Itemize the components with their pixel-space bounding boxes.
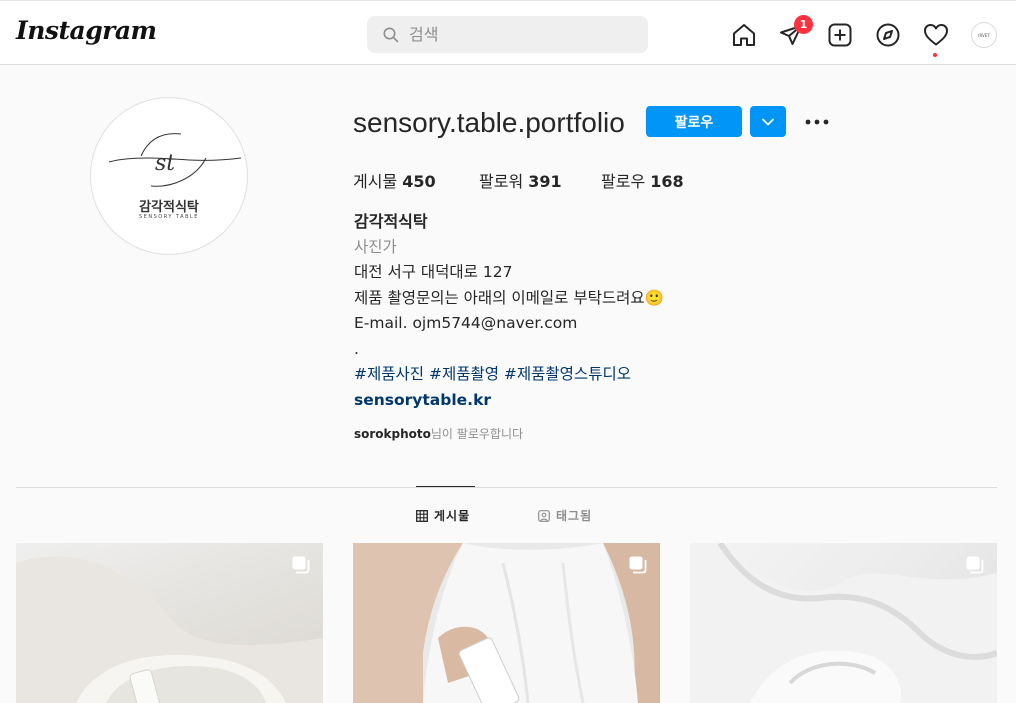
stat-posts: 게시물 450	[353, 168, 436, 192]
bio-display-name: 감각적식탁	[354, 212, 428, 231]
more-options-button[interactable]	[803, 108, 831, 136]
bio-category: 사진가	[354, 237, 397, 256]
post-thumbnail[interactable]	[353, 543, 660, 703]
stat-following[interactable]: 팔로우 168	[601, 168, 684, 192]
profile-bio: 감각적식탁 사진가 대전 서구 대덕대로 127 제품 촬영문의는 아래의 이메…	[354, 209, 664, 413]
bio-hashtags[interactable]: #제품사진 #제품촬영 #제품촬영스튜디오	[354, 362, 664, 388]
post-thumbnail[interactable]	[690, 543, 997, 703]
followed-by-suffix: 님이 팔로우합니다	[430, 427, 524, 441]
bio-email: E-mail. ojm5744@naver.com	[354, 314, 578, 332]
follow-button[interactable]: 팔로우	[646, 106, 742, 137]
post-image	[690, 543, 997, 703]
post-image	[353, 543, 660, 703]
search-icon	[383, 27, 399, 42]
post-thumbnail[interactable]	[16, 543, 323, 703]
direct-badge: 1	[794, 15, 813, 34]
stat-followers[interactable]: 팔로워 391	[479, 168, 562, 192]
suggested-dropdown-button[interactable]	[750, 106, 786, 137]
instagram-logo[interactable]: Instagram	[16, 16, 157, 45]
profile-username: sensory.table.portfolio	[353, 107, 625, 138]
multiple-photos-icon	[966, 556, 984, 574]
stat-value: 168	[650, 172, 684, 191]
stat-label: 게시물	[353, 172, 398, 191]
avatar-title: 감각적식탁	[139, 200, 199, 215]
top-navigation-bar: Instagram 1	[0, 0, 1016, 65]
home-icon[interactable]	[730, 21, 758, 49]
tab-label: 게시물	[434, 509, 471, 523]
bio-inquiry: 제품 촬영문의는 아래의 이메일로 부탁드려요🙂	[354, 288, 664, 307]
search-box[interactable]	[367, 16, 648, 53]
avatar-subtitle: SENSORY TABLE	[139, 214, 199, 220]
new-post-icon[interactable]	[826, 21, 854, 49]
stat-label: 팔로워	[479, 172, 524, 191]
multiple-photos-icon	[292, 556, 310, 574]
multiple-photos-icon	[629, 556, 647, 574]
tab-posts[interactable]: 게시물	[416, 507, 470, 524]
tab-divider	[16, 487, 997, 488]
grid-icon	[416, 509, 428, 522]
bio-address: 대전 서구 대덕대로 127	[354, 263, 513, 281]
chevron-down-icon	[762, 118, 774, 125]
tagged-user-icon	[538, 509, 550, 522]
active-tab-indicator	[416, 486, 475, 487]
stat-label: 팔로우	[601, 172, 646, 191]
search-input[interactable]	[409, 25, 629, 44]
post-image	[16, 556, 323, 703]
stat-value: 450	[402, 172, 436, 191]
heart-icon[interactable]	[922, 21, 950, 49]
stat-value: 391	[528, 172, 562, 191]
nav-avatar-text: IRVET	[978, 32, 990, 38]
tab-label: 태그됨	[556, 509, 593, 523]
notification-dot	[933, 53, 937, 57]
logo-monogram-icon: st	[108, 133, 242, 187]
explore-icon[interactable]	[874, 21, 902, 49]
bio-dot: .	[354, 339, 359, 358]
followed-by[interactable]: sorokphoto님이 팔로우합니다	[354, 425, 523, 442]
nav-avatar[interactable]: IRVET	[971, 22, 997, 48]
monogram-text: st	[155, 151, 175, 176]
bio-website-link[interactable]: sensorytable.kr	[354, 388, 664, 414]
tab-tagged[interactable]: 태그됨	[538, 507, 592, 524]
more-dots-icon	[805, 119, 829, 125]
profile-avatar[interactable]: st 감각적식탁 SENSORY TABLE	[90, 97, 248, 255]
followed-by-user[interactable]: sorokphoto	[354, 427, 431, 441]
